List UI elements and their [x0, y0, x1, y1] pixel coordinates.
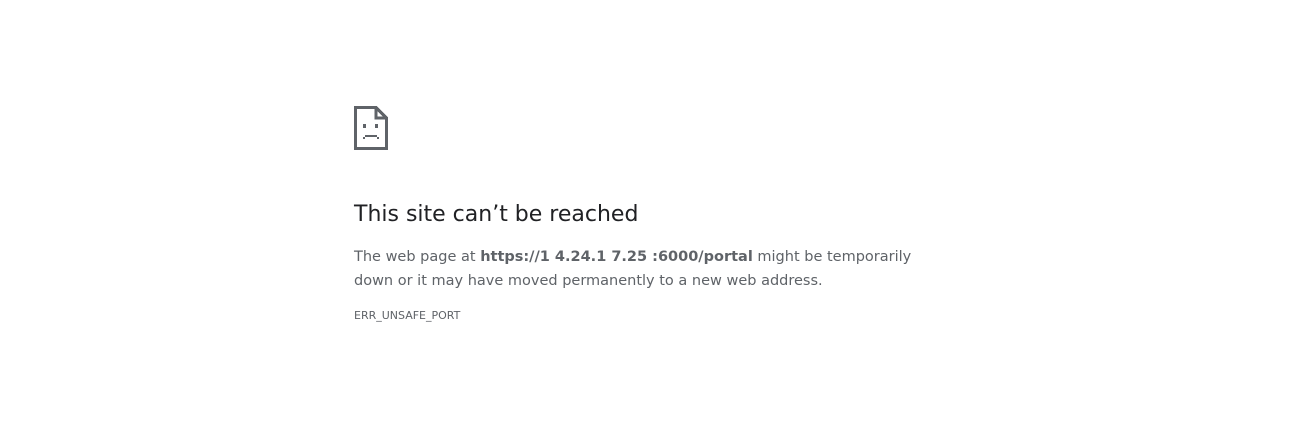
error-code: ERR_UNSAFE_PORT	[354, 309, 461, 322]
description-prefix: The web page at	[354, 249, 481, 265]
page-title: This site can’t be reached	[354, 202, 639, 227]
error-page-content: This site can’t be reached The web page …	[354, 106, 954, 324]
requested-url: https://1 4.24.1 7.25 :6000/portal	[480, 249, 753, 265]
sad-page-icon	[354, 106, 388, 150]
error-description: The web page at https://1 4.24.1 7.25 :6…	[354, 245, 944, 293]
